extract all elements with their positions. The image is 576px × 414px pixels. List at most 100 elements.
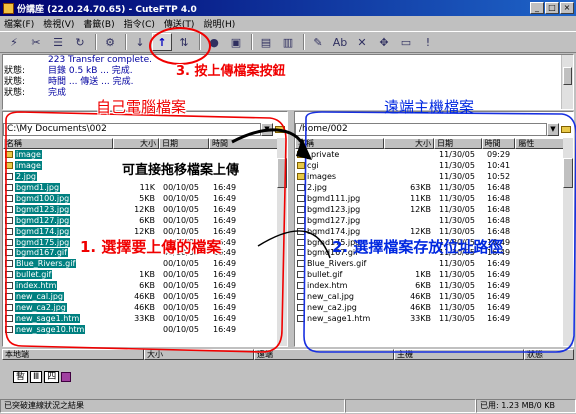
disconnect-icon[interactable]: ✂ <box>26 33 46 51</box>
minimize-button[interactable]: _ <box>530 2 544 14</box>
reconnect-icon[interactable]: ↻ <box>70 33 90 51</box>
chevron-down-icon[interactable]: ▼ <box>547 122 559 136</box>
file-row[interactable]: cgi 11/30/05 10:41 <box>295 161 573 172</box>
chevron-down-icon[interactable]: ▼ <box>261 122 273 136</box>
maximize-button[interactable]: □ <box>545 2 559 14</box>
file-size-cell: 46KB <box>410 292 431 302</box>
remote-path-field[interactable]: /home/002 <box>295 122 547 136</box>
file-icon <box>5 303 13 311</box>
file-size-cell: 46KB <box>134 292 155 302</box>
menu-bookmarks[interactable]: 書籤(B) <box>83 17 114 30</box>
file-time-cell: 16:49 <box>213 194 237 203</box>
file-row[interactable]: bgmd111.jpg 11KB 11/30/05 16:48 <box>295 194 573 205</box>
local-title-label: 自己電腦檔案 <box>96 98 187 116</box>
file-row[interactable]: Blue_Rivers.gif 11/30/05 16:49 <box>295 259 573 270</box>
folder-up-icon[interactable] <box>273 123 287 136</box>
file-row[interactable]: index.htm 6KB 00/10/05 16:49 <box>3 281 287 292</box>
col-size[interactable]: 大小 <box>113 138 159 149</box>
queue-col-local[interactable]: 本地端 <box>2 349 144 360</box>
file-name: bgmd175.jpg <box>15 237 71 247</box>
file-name-cell: new_sage10.htm <box>3 324 113 335</box>
col-size[interactable]: 大小 <box>384 138 434 149</box>
step1-label: 1. 選擇要上傳的檔案 <box>80 238 222 256</box>
file-date-cell: 11/30/05 <box>439 302 475 312</box>
file-row[interactable]: bgmd123.jpg 12KB 00/10/05 16:49 <box>3 204 287 215</box>
file-row[interactable]: new_ca2.jpg 46KB 00/10/05 16:49 <box>3 302 287 313</box>
menu-file[interactable]: 檔案(F) <box>4 17 34 30</box>
file-name: bullet.gif <box>15 270 53 280</box>
file-row[interactable]: 2.jpg 63KB 11/30/05 16:48 <box>295 183 573 194</box>
close-button[interactable]: × <box>560 2 574 14</box>
edit-icon[interactable]: ✎ <box>308 33 328 51</box>
file-name: bgmd123.jpg <box>307 204 361 214</box>
col-date[interactable]: 日期 <box>433 138 482 149</box>
col-time[interactable]: 時間 <box>481 138 516 149</box>
file-date-cell: 00/10/05 <box>163 215 199 225</box>
file-row[interactable]: bgmd100.jpg 5KB 00/10/05 16:49 <box>3 194 287 205</box>
status-panel <box>345 399 476 413</box>
file-date-cell: 11/30/05 <box>439 259 475 269</box>
file-name-cell: bgmd100.jpg <box>3 194 113 204</box>
file-row[interactable]: bullet.gif 1KB 11/30/05 16:49 <box>295 270 573 281</box>
tray-button[interactable]: 暫 <box>13 371 29 383</box>
file-row[interactable]: bgmd123.jpg 12KB 11/30/05 16:48 <box>295 204 573 215</box>
settings-icon[interactable]: ⚙ <box>100 33 120 51</box>
details-view-icon[interactable]: ▥ <box>278 33 298 51</box>
upload-button[interactable]: ↑ <box>152 33 172 51</box>
menu-help[interactable]: 說明(H) <box>203 17 235 30</box>
file-row[interactable]: bullet.gif 1KB 00/10/05 16:49 <box>3 270 287 281</box>
file-size-cell: 46KB <box>134 302 155 312</box>
stop-icon[interactable]: ● <box>204 33 224 51</box>
file-row[interactable]: new_sage1.htm 33KB 00/10/05 16:49 <box>3 313 287 324</box>
download-icon[interactable]: ↓ <box>130 33 150 51</box>
transfer-icon[interactable]: ⇅ <box>174 33 194 51</box>
local-scrollbar[interactable] <box>277 138 287 346</box>
file-name: new_sage10.htm <box>15 324 86 334</box>
file-row[interactable]: new_sage10.htm 00/10/05 16:49 <box>3 324 287 335</box>
file-row[interactable]: bgmd127.jpg 11/30/05 16:48 <box>295 215 573 226</box>
file-row[interactable]: bgmd1.jpg 11K 00/10/05 16:49 <box>3 183 287 194</box>
file-icon <box>297 184 305 192</box>
status-text: 已突破連線狀況之結果 <box>0 399 345 413</box>
col-time[interactable]: 時間 <box>209 138 279 149</box>
move-icon[interactable]: ✥ <box>374 33 394 51</box>
queue-col-remote[interactable]: 遠端 <box>254 349 394 360</box>
queue-icon[interactable]: ▣ <box>226 33 246 51</box>
queue-col-size[interactable]: 大小 <box>144 349 254 360</box>
site-manager-icon[interactable]: ☰ <box>48 33 68 51</box>
log-scrollbar[interactable] <box>561 55 573 109</box>
file-row[interactable]: images 11/30/05 10:52 <box>295 172 573 183</box>
file-row[interactable]: new_cal.jpg 46KB 11/30/05 16:49 <box>295 292 573 303</box>
list-view-icon[interactable]: ▤ <box>256 33 276 51</box>
delete-icon[interactable]: ✕ <box>352 33 372 51</box>
rename-icon[interactable]: Ab <box>330 33 350 51</box>
file-name: bgmd167.gif <box>15 248 68 258</box>
step3-label: 3. 按上傳檔案按鈕 <box>176 64 286 79</box>
file-row[interactable]: new_sage1.htm 33KB 11/30/05 16:49 <box>295 313 573 324</box>
file-row[interactable]: _private 11/30/05 09:29 <box>295 150 573 161</box>
file-name-cell: 2.jpg <box>3 172 113 182</box>
queue-col-host[interactable]: 主機 <box>394 349 524 360</box>
tray-button[interactable]: 四 <box>44 371 60 383</box>
tray-button[interactable]: Ⅲ <box>30 371 43 383</box>
menu-view[interactable]: 檢視(V) <box>43 17 74 30</box>
file-row[interactable]: bgmd127.jpg 6KB 00/10/05 16:49 <box>3 215 287 226</box>
menu-transfer[interactable]: 傳送(T) <box>164 17 195 30</box>
remote-scrollbar[interactable] <box>563 138 573 346</box>
help-icon[interactable]: ! <box>418 33 438 51</box>
file-row[interactable]: Blue_Rivers.gif 00/10/05 16:49 <box>3 259 287 270</box>
file-row[interactable]: new_ca2.jpg 46KB 11/30/05 16:49 <box>295 302 573 313</box>
menu-commands[interactable]: 指令(C) <box>124 17 155 30</box>
title-bar: 份講座 (22.0.24.70.65) - CuteFTP 4.0 _ □ × <box>0 0 576 16</box>
queue-col-status[interactable]: 狀態 <box>524 349 574 360</box>
col-name[interactable]: 名稱 <box>3 138 113 149</box>
connect-icon[interactable]: ⚡ <box>4 33 24 51</box>
local-path-field[interactable]: C:\My Documents\002 <box>3 122 261 136</box>
tray-icon[interactable] <box>61 372 72 382</box>
col-name[interactable]: 名稱 <box>295 138 385 149</box>
col-date[interactable]: 日期 <box>159 138 209 149</box>
file-row[interactable]: new_cal.jpg 46KB 00/10/05 16:49 <box>3 292 287 303</box>
folder-up-icon[interactable] <box>559 123 573 136</box>
properties-icon[interactable]: ▭ <box>396 33 416 51</box>
file-row[interactable]: index.htm 6KB 11/30/05 16:49 <box>295 281 573 292</box>
